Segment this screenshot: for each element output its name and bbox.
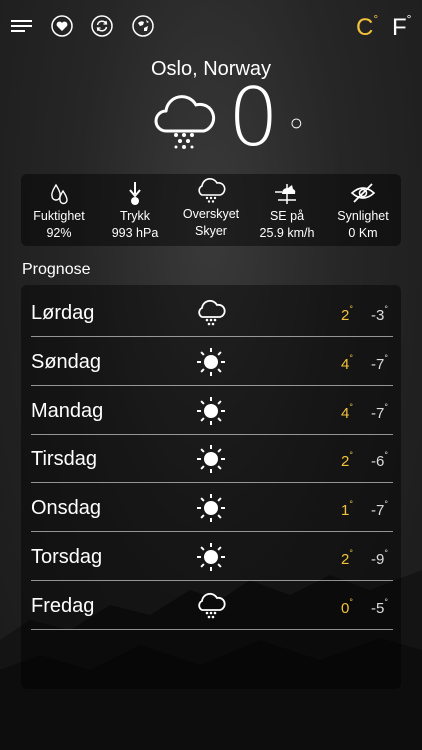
fahrenheit-toggle[interactable]: F° <box>392 12 412 42</box>
forecast-low: -7° <box>371 352 388 373</box>
location-label: Oslo, Norway <box>150 58 272 80</box>
forecast-day: Fredag <box>31 594 95 617</box>
forecast-row-søndag: Søndag 4° -7° <box>31 338 393 386</box>
forecast-day: Søndag <box>31 350 102 373</box>
current-temperature: 0 ○ <box>228 78 303 158</box>
forecast-high: 4° <box>341 352 353 373</box>
stat-label: SE på <box>269 209 305 223</box>
forecast-low: -7° <box>371 401 388 422</box>
degree-mark: ° <box>406 12 412 26</box>
forecast-row-mandag: Mandag 4° -7° <box>31 387 393 435</box>
pressure-icon <box>97 180 173 206</box>
forecast-day: Tirsdag <box>31 448 97 471</box>
forecast-row-torsdag: Torsdag 2° -9° <box>31 533 393 581</box>
globe-icon[interactable] <box>131 14 155 38</box>
forecast-row-fredag: Fredag 0° -5° <box>31 582 393 630</box>
sun-icon <box>195 492 227 524</box>
wind-vane-icon <box>249 180 325 206</box>
sun-icon <box>195 395 227 427</box>
stat-value: Skyer <box>195 224 227 238</box>
stat-clouds: Overskyet Skyer <box>173 178 249 240</box>
forecast-row-lørdag: Lørdag 2° -3° <box>31 289 393 337</box>
temperature-value: 0 <box>228 71 279 164</box>
sun-icon <box>195 541 227 573</box>
degree-mark: ° <box>373 12 379 26</box>
degree-mark: ○ <box>289 111 303 136</box>
stat-label: Synlighet <box>337 209 389 223</box>
humidity-icon <box>21 180 97 206</box>
forecast-row-onsdag: Onsdag 1° -7° <box>31 484 393 533</box>
celsius-toggle[interactable]: C° <box>356 12 379 42</box>
sun-icon <box>195 346 227 378</box>
forecast-high: 2° <box>341 304 353 324</box>
stat-value: 25.9 km/h <box>259 226 315 240</box>
forecast-title: Prognose <box>22 261 91 278</box>
refresh-icon[interactable] <box>90 14 114 38</box>
conditions-panel: Fuktighet 92% Trykk 993 hPa Overskyet Sk… <box>21 174 401 246</box>
forecast-low: -6° <box>371 450 388 471</box>
stat-value: 92% <box>46 226 72 240</box>
forecast-low: -5° <box>371 596 388 617</box>
forecast-high: 1° <box>341 499 353 520</box>
forecast-low: -3° <box>371 304 388 324</box>
forecast-low: -9° <box>371 548 388 568</box>
forecast-row-tirsdag: Tirsdag 2° -6° <box>31 435 393 484</box>
snow-cloud-icon <box>195 297 227 329</box>
forecast-list: Lørdag 2° -3° Søndag 4° -7° Mandag 4° -7° Tirsdag… <box>21 285 401 689</box>
stat-humidity: Fuktighet 92% <box>21 180 97 242</box>
forecast-high: 2° <box>341 450 353 471</box>
stat-visibility: Synlighet 0 Km <box>325 180 401 242</box>
forecast-high: 0° <box>341 596 353 617</box>
forecast-day: Torsdag <box>31 546 103 568</box>
forecast-day: Onsdag <box>31 497 102 520</box>
heart-icon[interactable] <box>50 14 74 38</box>
cloud-icon <box>173 178 249 204</box>
top-bar: C° F° <box>0 12 422 42</box>
menu-icon[interactable] <box>10 14 34 38</box>
snow-cloud-icon <box>154 93 216 156</box>
forecast-day: Mandag <box>31 399 104 422</box>
forecast-high: 4° <box>341 401 353 422</box>
forecast-low: -7° <box>371 499 388 520</box>
snow-cloud-icon <box>195 590 227 622</box>
stat-pressure: Trykk 993 hPa <box>97 180 173 242</box>
stat-value: 0 Km <box>348 226 378 240</box>
stat-label: Fuktighet <box>33 209 85 223</box>
sun-icon <box>195 443 227 475</box>
forecast-day: Lørdag <box>31 302 95 324</box>
forecast-high: 2° <box>341 548 353 568</box>
stat-value: 993 hPa <box>111 226 159 240</box>
stat-label: Trykk <box>119 209 151 223</box>
stat-label: Overskyet <box>182 207 240 221</box>
visibility-off-icon <box>325 180 401 206</box>
stat-wind: SE på 25.9 km/h <box>249 180 325 242</box>
